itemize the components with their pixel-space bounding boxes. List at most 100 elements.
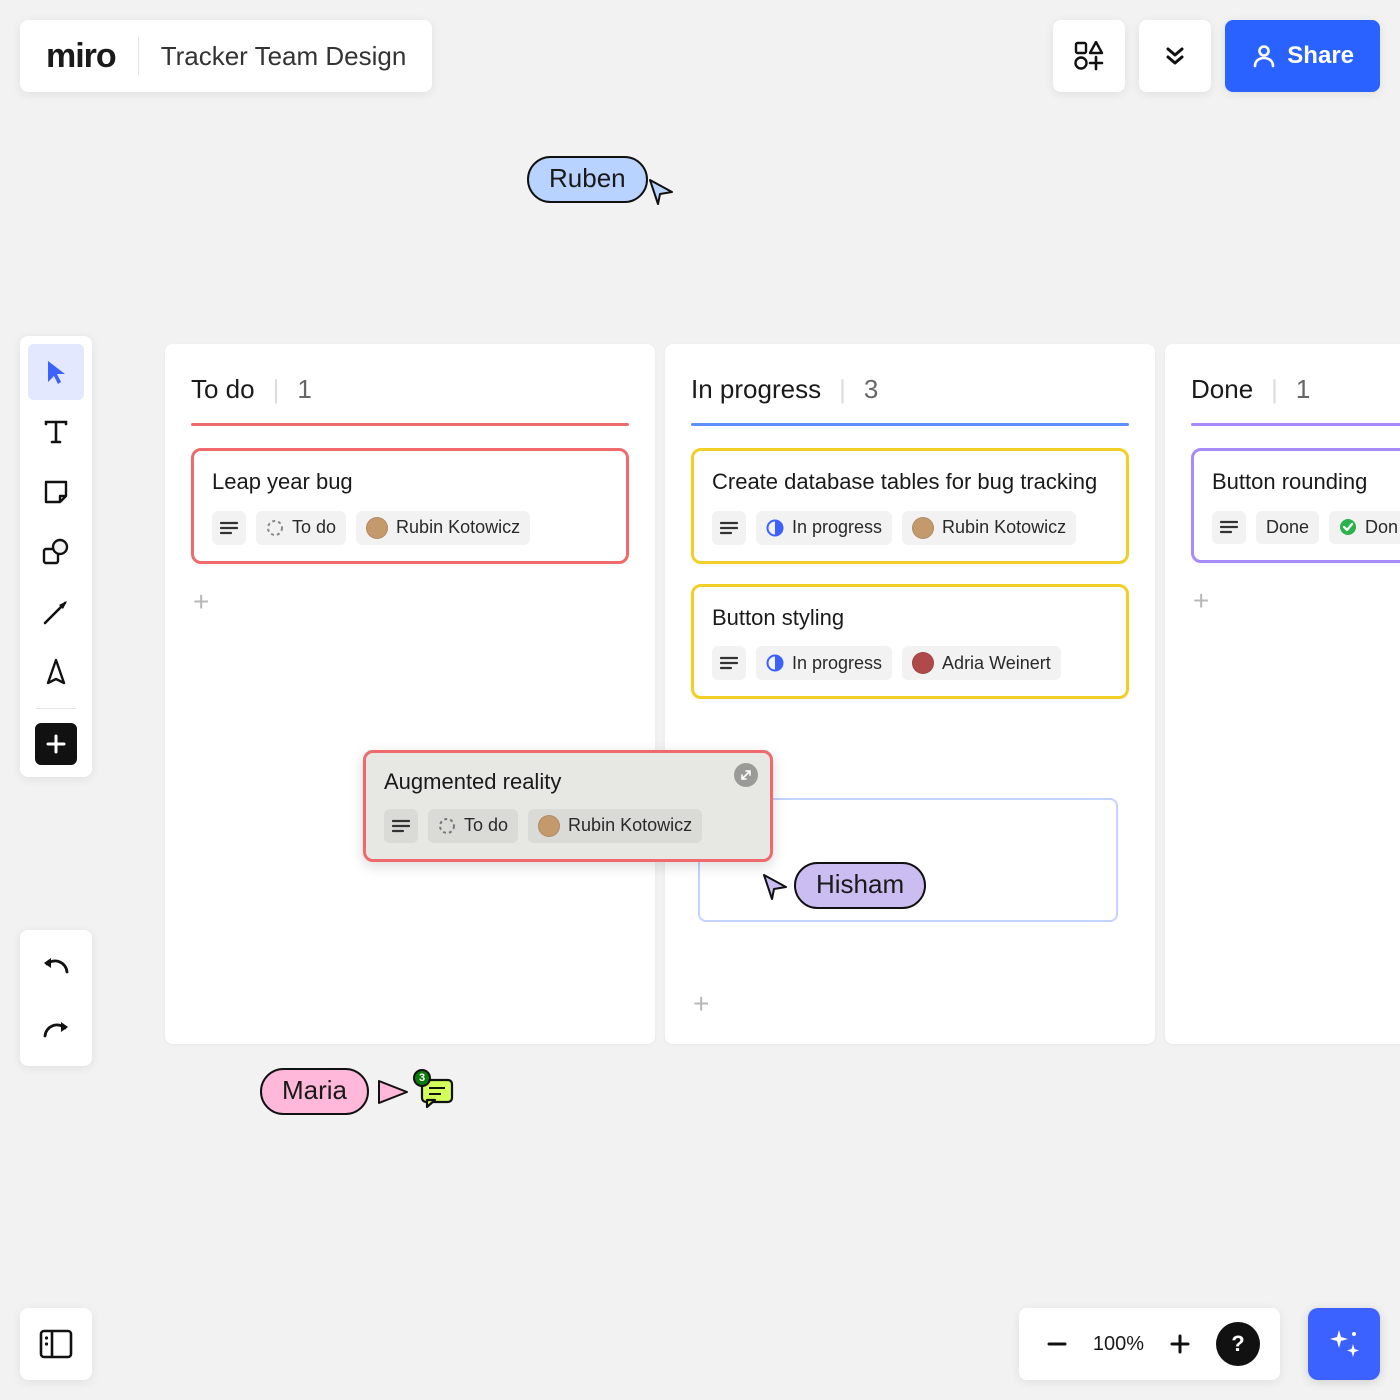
- collaborator-label: Ruben: [527, 156, 648, 203]
- cursor-icon: [646, 176, 678, 208]
- cursor-icon: [760, 871, 792, 903]
- panel-toggle-button[interactable]: [20, 1308, 92, 1380]
- card-title: Create database tables for bug tracking: [712, 467, 1108, 497]
- divider: [138, 37, 139, 75]
- share-button[interactable]: Share: [1225, 20, 1380, 92]
- column-count: 1: [297, 374, 311, 405]
- collapse-button[interactable]: [1139, 20, 1211, 92]
- panel-icon: [39, 1329, 73, 1359]
- card-leap-year-bug[interactable]: Leap year bug To do Rubin Kotowicz: [191, 448, 629, 564]
- zoom-in-button[interactable]: [1162, 1326, 1198, 1362]
- status-done-chip[interactable]: Don: [1329, 511, 1400, 544]
- pen-tool[interactable]: [28, 644, 84, 700]
- shape-tool[interactable]: [28, 524, 84, 580]
- lines-icon: [720, 521, 738, 535]
- assignee-chip[interactable]: Adria Weinert: [902, 646, 1061, 680]
- column-title: To do: [191, 374, 255, 405]
- check-circle-icon: [1339, 518, 1357, 536]
- status-chip[interactable]: To do: [428, 809, 518, 843]
- lines-icon: [392, 819, 410, 833]
- header-right: Share: [1053, 20, 1380, 92]
- sticky-tool[interactable]: [28, 464, 84, 520]
- card-title: Augmented reality: [384, 767, 752, 797]
- lines-icon: [720, 656, 738, 670]
- board-title[interactable]: Tracker Team Design: [161, 41, 407, 72]
- column-rule: [691, 423, 1129, 426]
- card-title: Leap year bug: [212, 467, 608, 497]
- zoom-level[interactable]: 100%: [1093, 1333, 1144, 1356]
- column-in-progress: In progress | 3 Create database tables f…: [665, 344, 1155, 1044]
- comment-count-badge: 3: [413, 1069, 431, 1087]
- avatar-icon: [366, 517, 388, 539]
- column-header[interactable]: To do | 1: [191, 374, 629, 405]
- description-chip[interactable]: [712, 511, 746, 545]
- avatar-icon: [538, 815, 560, 837]
- description-chip[interactable]: [212, 511, 246, 545]
- text-tool[interactable]: [28, 404, 84, 460]
- lines-icon: [1220, 520, 1238, 534]
- redo-button[interactable]: [28, 1002, 84, 1058]
- chevrons-down-icon: [1163, 44, 1187, 68]
- comment-bubble[interactable]: 3: [419, 1075, 455, 1109]
- description-chip[interactable]: [384, 809, 418, 843]
- status-chip[interactable]: Done: [1256, 511, 1319, 544]
- card-create-database[interactable]: Create database tables for bug tracking …: [691, 448, 1129, 564]
- assignee-chip[interactable]: Rubin Kotowicz: [528, 809, 702, 843]
- card-dragging[interactable]: Augmented reality To do Rubin Kotowicz: [363, 750, 773, 862]
- column-count: 3: [864, 374, 878, 405]
- description-chip[interactable]: [1212, 511, 1246, 544]
- zoom-out-button[interactable]: [1039, 1326, 1075, 1362]
- assignee-chip[interactable]: Rubin Kotowicz: [902, 511, 1076, 545]
- plus-icon: [1168, 1332, 1192, 1356]
- column-count: 1: [1296, 374, 1310, 405]
- column-rule: [1191, 423, 1400, 426]
- arrow-tool[interactable]: [28, 584, 84, 640]
- person-icon: [1251, 43, 1277, 69]
- share-label: Share: [1287, 42, 1354, 70]
- zoom-bar: 100% ?: [1019, 1308, 1280, 1380]
- pen-icon: [42, 657, 70, 687]
- more-tools-button[interactable]: [35, 723, 77, 765]
- shapes-icon: [41, 537, 71, 567]
- status-chip[interactable]: In progress: [756, 511, 892, 545]
- column-header[interactable]: In progress | 3: [691, 374, 1129, 405]
- card-title: Button rounding: [1212, 467, 1400, 497]
- help-button[interactable]: ?: [1216, 1322, 1260, 1366]
- card-title: Button styling: [712, 603, 1108, 633]
- add-card-button[interactable]: +: [1191, 583, 1221, 619]
- card-button-styling[interactable]: Button styling In progress Adria Weinert: [691, 584, 1129, 700]
- collaborator-ruben: Ruben: [527, 150, 678, 208]
- cursor-icon: [375, 1077, 409, 1107]
- question-icon: ?: [1231, 1331, 1244, 1357]
- column-rule: [191, 423, 629, 426]
- apps-button[interactable]: [1053, 20, 1125, 92]
- apps-icon: [1074, 41, 1104, 71]
- add-card-button[interactable]: +: [691, 986, 721, 1022]
- collaborator-label: Maria: [260, 1068, 369, 1115]
- miro-logo[interactable]: miro: [46, 37, 116, 76]
- add-card-button[interactable]: +: [191, 584, 221, 620]
- status-chip[interactable]: To do: [256, 511, 346, 545]
- arrow-icon: [41, 597, 71, 627]
- status-inprogress-icon: [766, 519, 784, 537]
- description-chip[interactable]: [712, 646, 746, 680]
- ai-assist-button[interactable]: [1308, 1308, 1380, 1380]
- select-tool[interactable]: [28, 344, 84, 400]
- status-inprogress-icon: [766, 654, 784, 672]
- status-chip[interactable]: In progress: [756, 646, 892, 680]
- expand-icon[interactable]: [734, 763, 758, 787]
- sticky-note-icon: [42, 478, 70, 506]
- card-button-rounding[interactable]: Button rounding Done Don: [1191, 448, 1400, 563]
- assignee-chip[interactable]: Rubin Kotowicz: [356, 511, 530, 545]
- column-header[interactable]: Done | 1: [1191, 374, 1400, 405]
- lines-icon: [220, 521, 238, 535]
- column-title: In progress: [691, 374, 821, 405]
- cursor-icon: [42, 358, 70, 386]
- redo-icon: [41, 1018, 71, 1042]
- header-left: miro Tracker Team Design: [20, 20, 432, 92]
- undo-button[interactable]: [28, 938, 84, 994]
- left-toolbar: [20, 336, 92, 777]
- avatar-icon: [912, 517, 934, 539]
- column-title: Done: [1191, 374, 1253, 405]
- status-todo-icon: [438, 817, 456, 835]
